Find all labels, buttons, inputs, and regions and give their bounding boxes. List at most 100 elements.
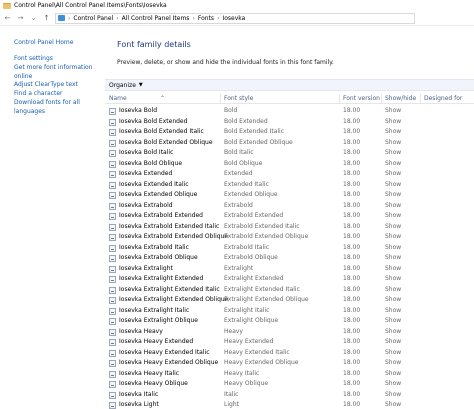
font-show-hide: Show <box>385 338 402 345</box>
adjust-cleartype-link[interactable]: Adjust ClearType text <box>14 81 100 90</box>
column-divider[interactable] <box>420 94 421 104</box>
breadcrumb-separator-icon[interactable]: › <box>192 15 194 22</box>
font-style: Extrabold Oblique <box>224 254 278 261</box>
font-show-hide: Show <box>385 191 402 198</box>
up-arrow-icon[interactable]: ↑ <box>42 14 51 23</box>
font-file-icon <box>109 150 116 157</box>
font-file-icon <box>109 328 116 336</box>
font-row[interactable]: Iosevka Heavy Extended Italic Heavy Exten… <box>105 348 474 359</box>
font-name: Iosevka Heavy Extended Italic <box>119 348 210 356</box>
font-row[interactable]: Iosevka Extralight Oblique Extralight Obl… <box>105 316 474 327</box>
font-style: Extrabold Italic <box>224 243 270 251</box>
font-row[interactable]: Iosevka Extralight Italic Extralight Ital… <box>105 306 474 317</box>
font-style: Bold Extended Italic <box>224 128 285 135</box>
font-row[interactable]: Iosevka Bold Extended Bold Extended 18.00 S… <box>105 117 474 128</box>
control-panel-home-link[interactable]: Control Panel Home <box>14 39 100 46</box>
font-row[interactable]: Iosevka Extralight Extended Italic Extral… <box>105 285 474 296</box>
font-name: Iosevka Extralight Oblique <box>119 317 198 324</box>
font-file-icon <box>109 202 116 210</box>
column-header-show-hide[interactable]: Show/hide <box>385 95 416 102</box>
breadcrumb-iosevka[interactable]: Iosevka <box>222 15 245 22</box>
font-file-icon <box>109 307 116 315</box>
organize-button[interactable]: Organize ▼ <box>107 82 145 89</box>
font-version: 18.00 <box>343 369 361 377</box>
font-version: 18.00 <box>343 243 361 251</box>
back-arrow-icon[interactable]: ← <box>3 14 12 23</box>
font-style: Heavy <box>224 327 243 335</box>
forward-arrow-icon[interactable]: → <box>16 14 25 23</box>
breadcrumb-separator-icon[interactable]: › <box>217 15 219 22</box>
breadcrumb-all-items[interactable]: All Control Panel Items <box>122 15 190 22</box>
font-row[interactable]: Iosevka Heavy Heavy 18.00 Show <box>105 327 474 338</box>
font-row[interactable]: Iosevka Light Light 18.00 Show <box>105 400 474 409</box>
breadcrumb-control-panel[interactable]: Control Panel <box>73 15 113 22</box>
font-row[interactable]: Iosevka Bold Italic Bold Italic 18.00 Show <box>105 148 474 159</box>
font-style: Extralight Extended Italic <box>224 285 300 293</box>
font-row[interactable]: Iosevka Heavy Oblique Heavy Oblique 18.00 S… <box>105 379 474 390</box>
font-row[interactable]: Iosevka Bold Extended Oblique Bold Extend… <box>105 138 474 149</box>
font-row[interactable]: Iosevka Italic Italic 18.00 Show <box>105 390 474 401</box>
column-divider[interactable] <box>381 94 382 104</box>
column-divider[interactable] <box>339 94 340 104</box>
font-style: Bold Extended Oblique <box>224 138 293 146</box>
main-content: Font family details Preview, delete, or … <box>105 26 474 409</box>
font-row[interactable]: Iosevka Extended Oblique Extended Oblique… <box>105 190 474 201</box>
font-show-hide: Show <box>385 401 402 408</box>
download-fonts-link[interactable]: Download fonts for all languages <box>14 99 100 117</box>
column-divider[interactable] <box>220 94 221 104</box>
font-name: Iosevka Extrabold Oblique <box>119 254 198 261</box>
font-row[interactable]: Iosevka Extralight Extended Extralight Ex… <box>105 274 474 285</box>
font-row[interactable]: Iosevka Heavy Extended Oblique Heavy Exte… <box>105 358 474 369</box>
font-row[interactable]: Iosevka Heavy Extended Heavy Extended 18.0… <box>105 337 474 348</box>
font-show-hide: Show <box>385 275 402 282</box>
font-version: 18.00 <box>343 359 361 366</box>
font-row[interactable]: Iosevka Bold Extended Italic Bold Extende… <box>105 127 474 138</box>
font-show-hide: Show <box>385 107 402 114</box>
column-header-font-style[interactable]: Font style <box>224 95 253 102</box>
font-row[interactable]: Iosevka Bold Oblique Bold Oblique 18.00 Sho… <box>105 159 474 170</box>
font-show-hide: Show <box>385 233 402 240</box>
breadcrumb-separator-icon[interactable]: › <box>68 15 70 22</box>
font-file-icon <box>109 139 116 147</box>
font-name: Iosevka Light <box>119 401 159 408</box>
find-character-link[interactable]: Find a character <box>14 90 100 99</box>
breadcrumb[interactable]: › Control Panel › All Control Panel Item… <box>55 12 415 24</box>
font-row[interactable]: Iosevka Extrabold Extended Extrabold Exte… <box>105 211 474 222</box>
font-row[interactable]: Iosevka Extrabold Oblique Extrabold Obliq… <box>105 253 474 264</box>
font-style: Extrabold Extended Oblique <box>224 233 309 240</box>
title-bar: Control Panel\All Control Panel Items\Fo… <box>0 0 474 11</box>
font-row[interactable]: Iosevka Extended Extended 18.00 Show <box>105 169 474 180</box>
font-style: Italic <box>224 390 239 398</box>
column-header-designed-for[interactable]: Designed for <box>424 95 462 102</box>
recent-locations-chevron-icon[interactable]: ⌄ <box>29 14 38 23</box>
font-row[interactable]: Iosevka Extralight Extended Oblique Extra… <box>105 295 474 306</box>
font-row[interactable]: Iosevka Extrabold Extended Italic Extrabo… <box>105 222 474 233</box>
font-style: Extralight <box>224 264 254 272</box>
font-row[interactable]: Iosevka Extrabold Italic Extrabold Italic… <box>105 243 474 254</box>
font-row[interactable]: Iosevka Heavy Italic Heavy Italic 18.00 Sho… <box>105 369 474 380</box>
column-header-font-version[interactable]: Font version <box>343 95 380 102</box>
font-version: 18.00 <box>343 117 361 125</box>
font-file-icon <box>109 349 116 357</box>
font-name: Iosevka Extrabold Italic <box>119 243 189 251</box>
column-header-name[interactable]: Name <box>109 95 127 102</box>
breadcrumb-separator-icon[interactable]: › <box>116 15 118 22</box>
breadcrumb-fonts[interactable]: Fonts <box>198 15 214 22</box>
font-file-icon <box>109 181 116 189</box>
font-row[interactable]: Iosevka Extrabold Extrabold 18.00 Show <box>105 201 474 212</box>
font-version: 18.00 <box>343 317 361 324</box>
font-show-hide: Show <box>385 390 402 398</box>
font-row[interactable]: Iosevka Bold Bold 18.00 Show <box>105 106 474 117</box>
font-version: 18.00 <box>343 264 361 272</box>
font-version: 18.00 <box>343 180 361 188</box>
font-file-icon <box>109 171 116 178</box>
font-row[interactable]: Iosevka Extrabold Extended Oblique Extrab… <box>105 232 474 243</box>
get-more-font-info-link[interactable]: Get more font information online <box>14 64 100 82</box>
font-name: Iosevka Extralight Extended <box>119 275 204 282</box>
font-row[interactable]: Iosevka Extralight Extralight 18.00 Show <box>105 264 474 275</box>
font-style: Heavy Extended Oblique <box>224 359 299 366</box>
font-settings-link[interactable]: Font settings <box>14 55 100 64</box>
font-row[interactable]: Iosevka Extended Italic Extended Italic 18… <box>105 180 474 191</box>
font-version: 18.00 <box>343 107 361 114</box>
font-file-icon <box>109 223 116 231</box>
